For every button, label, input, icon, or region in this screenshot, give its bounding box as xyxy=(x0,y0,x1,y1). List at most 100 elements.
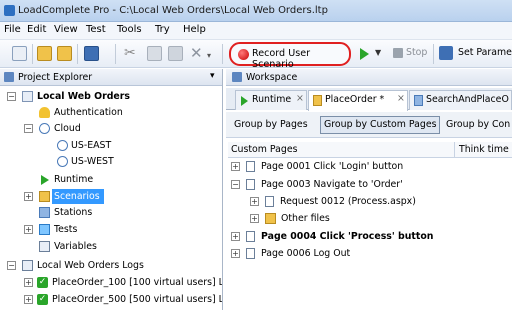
collapse-icon[interactable]: − xyxy=(231,180,240,189)
workspace-icon xyxy=(232,72,242,82)
scenario-icon xyxy=(313,95,322,106)
tree-item-log-placeorder-500[interactable]: + ✓ PlaceOrder_500 [500 virtual users] L… xyxy=(6,292,222,307)
folder-icon xyxy=(265,213,276,224)
menu-edit[interactable]: Edit xyxy=(27,24,46,35)
open-recent-icon[interactable] xyxy=(57,46,72,61)
tree-item-cloud[interactable]: − Cloud xyxy=(6,121,216,136)
copy-icon[interactable] xyxy=(147,46,162,61)
close-icon[interactable]: × xyxy=(397,93,405,104)
project-icon xyxy=(22,91,33,102)
tab-searchandplaceorder[interactable]: SearchAndPlaceO xyxy=(409,90,512,110)
column-custom-pages[interactable]: Custom Pages xyxy=(231,144,297,155)
tests-icon xyxy=(39,224,50,235)
run-dropdown-icon[interactable]: ▼ xyxy=(375,48,381,57)
menu-view[interactable]: View xyxy=(54,24,78,35)
tree-item-authentication[interactable]: Authentication xyxy=(6,105,216,120)
open-folder-icon[interactable] xyxy=(37,46,52,61)
key-icon xyxy=(39,107,50,118)
page-icon xyxy=(246,161,255,172)
menu-file[interactable]: File xyxy=(4,24,21,35)
list-item[interactable]: + Page 0001 Click 'Login' button xyxy=(230,159,456,174)
record-icon xyxy=(238,49,249,60)
page-icon xyxy=(246,179,255,190)
group-by-connections-button[interactable]: Group by Con xyxy=(442,116,512,134)
toolbar-separator xyxy=(77,44,78,64)
tree-item-scenarios[interactable]: + Scenarios xyxy=(6,189,216,204)
delete-icon[interactable]: ✕ xyxy=(190,46,205,61)
list-item[interactable]: + Other files xyxy=(230,211,456,226)
tree-item-us-east[interactable]: US-EAST xyxy=(6,138,216,153)
collapse-icon[interactable]: − xyxy=(7,92,16,101)
station-icon xyxy=(39,207,50,218)
tree-item-label: Scenarios xyxy=(54,191,100,202)
expand-icon[interactable]: + xyxy=(250,197,259,206)
tree-item-runtime[interactable]: Runtime xyxy=(6,172,216,187)
record-button-label: Record User Scenario xyxy=(252,48,311,70)
expand-icon[interactable]: + xyxy=(231,162,240,171)
page-icon xyxy=(246,231,255,242)
expand-icon[interactable]: + xyxy=(24,295,33,304)
list-item-label: Other files xyxy=(281,213,330,224)
cut-icon[interactable]: ✂ xyxy=(124,46,139,61)
menu-test[interactable]: Test xyxy=(86,24,106,35)
stop-icon[interactable] xyxy=(393,48,403,58)
close-icon[interactable]: × xyxy=(296,93,304,104)
check-icon: ✓ xyxy=(37,277,48,288)
tab-label: SearchAndPlaceO xyxy=(426,94,509,105)
group-by-custom-pages-button[interactable]: Group by Custom Pages xyxy=(320,116,441,134)
tree-item-tests[interactable]: + Tests xyxy=(6,222,216,237)
stop-button[interactable]: Stop xyxy=(406,47,427,58)
grid-header: Custom Pages Think time (n xyxy=(228,142,512,158)
tree-item-label: Local Web Orders Logs xyxy=(37,260,144,271)
menu-try[interactable]: Try xyxy=(155,24,170,35)
new-project-icon[interactable] xyxy=(12,46,27,61)
toolbar-separator xyxy=(222,44,223,64)
scenario-icon xyxy=(414,95,423,106)
menu-help[interactable]: Help xyxy=(183,24,206,35)
project-explorer-header: Project Explorer ▾ xyxy=(0,69,222,86)
tree-item-local-web-orders[interactable]: − Local Web Orders xyxy=(6,89,216,104)
run-icon xyxy=(241,96,248,106)
project-explorer-title: Project Explorer xyxy=(18,72,93,83)
expand-icon[interactable]: + xyxy=(231,249,240,258)
record-user-scenario-button[interactable]: Record User Scenario xyxy=(229,42,351,70)
expand-icon[interactable]: + xyxy=(24,278,33,287)
run-icon[interactable] xyxy=(360,48,369,60)
page-icon xyxy=(246,248,255,259)
column-think-time[interactable]: Think time (n xyxy=(459,144,512,155)
list-item[interactable]: − Page 0003 Navigate to 'Order' xyxy=(230,177,456,192)
paste-icon[interactable] xyxy=(168,46,183,61)
set-parameters-icon[interactable] xyxy=(439,46,453,60)
run-icon xyxy=(41,175,49,185)
tree-item-us-west[interactable]: US-WEST xyxy=(6,154,216,169)
collapse-icon[interactable]: − xyxy=(24,124,33,133)
tab-placeorder[interactable]: PlaceOrder * × xyxy=(308,90,408,111)
tree-item-variables[interactable]: Variables xyxy=(6,239,216,254)
list-item[interactable]: + Request 0012 (Process.aspx) xyxy=(230,194,456,209)
column-divider xyxy=(454,142,455,158)
list-item[interactable]: + Page 0006 Log Out xyxy=(230,246,456,261)
set-parameters-button[interactable]: Set Paramet xyxy=(458,47,512,58)
toolbar-separator xyxy=(115,44,116,64)
group-by-pages-button[interactable]: Group by Pages xyxy=(230,116,312,134)
tree-item-label: PlaceOrder_500 [500 virtual users] Log xyxy=(52,294,222,305)
expand-icon[interactable]: + xyxy=(250,214,259,223)
list-item-label: Page 0004 Click 'Process' button xyxy=(261,231,434,242)
list-item[interactable]: + Page 0004 Click 'Process' button xyxy=(230,229,456,244)
expand-icon[interactable]: + xyxy=(24,225,33,234)
toolbar-separator xyxy=(32,44,33,64)
menu-tools[interactable]: Tools xyxy=(117,24,142,35)
save-icon[interactable] xyxy=(84,46,99,61)
expand-icon[interactable]: + xyxy=(24,192,33,201)
chevron-down-icon[interactable]: ▾ xyxy=(207,46,215,61)
tab-runtime[interactable]: Runtime × xyxy=(235,90,307,110)
panel-dropdown-icon[interactable]: ▾ xyxy=(210,71,215,81)
tree-item-stations[interactable]: Stations xyxy=(6,205,216,220)
logs-icon xyxy=(22,260,33,271)
list-item-label: Request 0012 (Process.aspx) xyxy=(280,196,416,207)
expand-icon[interactable]: + xyxy=(231,232,240,241)
tree-item-log-placeorder-100[interactable]: + ✓ PlaceOrder_100 [100 virtual users] L… xyxy=(6,275,222,290)
collapse-icon[interactable]: − xyxy=(7,261,16,270)
tree-item-logs[interactable]: − Local Web Orders Logs xyxy=(6,258,216,273)
tree-item-label: Runtime xyxy=(54,174,94,185)
